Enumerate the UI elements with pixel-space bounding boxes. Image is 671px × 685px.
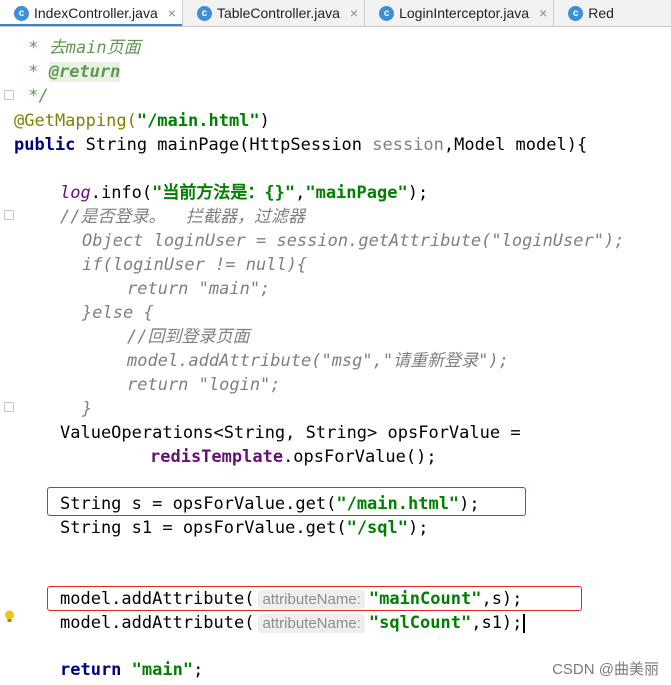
code-line-4: @GetMapping("/main.html") <box>14 111 270 131</box>
code-line-12: //回到登录页面 <box>127 327 250 347</box>
code-line-11: }else { <box>82 303 154 323</box>
tab-table-controller[interactable]: c TableController.java × <box>183 0 366 26</box>
code-line-9: if(loginUser != null){ <box>82 255 308 275</box>
highlight-box <box>47 586 582 611</box>
tab-label: Red <box>588 5 614 21</box>
code-line-2: * @return <box>18 62 121 82</box>
code-line-21: model.addAttribute(attributeName: "sqlCou… <box>60 611 526 635</box>
fold-marker-icon[interactable] <box>4 210 14 220</box>
code-line-19: String s1 = opsForValue.get("/sql"); <box>60 518 429 538</box>
java-class-icon: c <box>14 5 29 21</box>
code-editor[interactable]: * 去main页面 * @return */ @GetMapping("/mai… <box>0 26 671 685</box>
java-class-icon: c <box>568 5 584 21</box>
lightbulb-icon[interactable] <box>4 610 15 623</box>
code-line-5: public String mainPage(HttpSession sessi… <box>14 135 588 155</box>
tab-label: LoginInterceptor.java <box>399 5 530 21</box>
fold-marker-icon[interactable] <box>4 90 14 100</box>
close-icon[interactable]: × <box>350 5 358 21</box>
watermark: CSDN @曲美丽 <box>552 661 659 678</box>
code-line-1: * 去main页面 <box>18 38 141 58</box>
close-icon[interactable]: × <box>168 5 176 21</box>
editor-tab-bar: c IndexController.java × c TableControll… <box>0 0 671 27</box>
tab-label: IndexController.java <box>34 5 158 21</box>
java-class-icon: c <box>196 5 212 21</box>
tab-label: TableController.java <box>216 5 340 21</box>
tab-red-truncated[interactable]: c Red <box>554 0 620 26</box>
java-class-icon: c <box>379 5 395 21</box>
code-line-13: model.addAttribute("msg","请重新登录"); <box>127 351 509 371</box>
text-cursor <box>523 613 526 633</box>
code-line-14: return "login"; <box>127 375 281 395</box>
code-line-7: //是否登录。 拦截器，过滤器 <box>60 207 305 227</box>
close-icon[interactable]: × <box>539 5 547 21</box>
tab-index-controller[interactable]: c IndexController.java × <box>0 0 183 26</box>
tab-login-interceptor[interactable]: c LoginInterceptor.java × <box>365 0 555 26</box>
fold-marker-icon[interactable] <box>4 402 14 412</box>
code-line-15: } <box>82 399 93 419</box>
code-line-8: Object loginUser = session.getAttribute(… <box>82 231 625 251</box>
parameter-hint: attributeName: <box>258 614 365 633</box>
code-line-17: redisTemplate.opsForValue(); <box>150 447 437 467</box>
highlight-box <box>47 487 526 516</box>
code-line-16: ValueOperations<String, String> opsForVa… <box>60 423 521 443</box>
code-line-22: return "main"; <box>60 660 204 680</box>
code-line-10: return "main"; <box>127 279 271 299</box>
code-line-3: */ <box>18 86 49 106</box>
code-line-6: log.info("当前方法是：{}","mainPage"); <box>60 183 429 203</box>
